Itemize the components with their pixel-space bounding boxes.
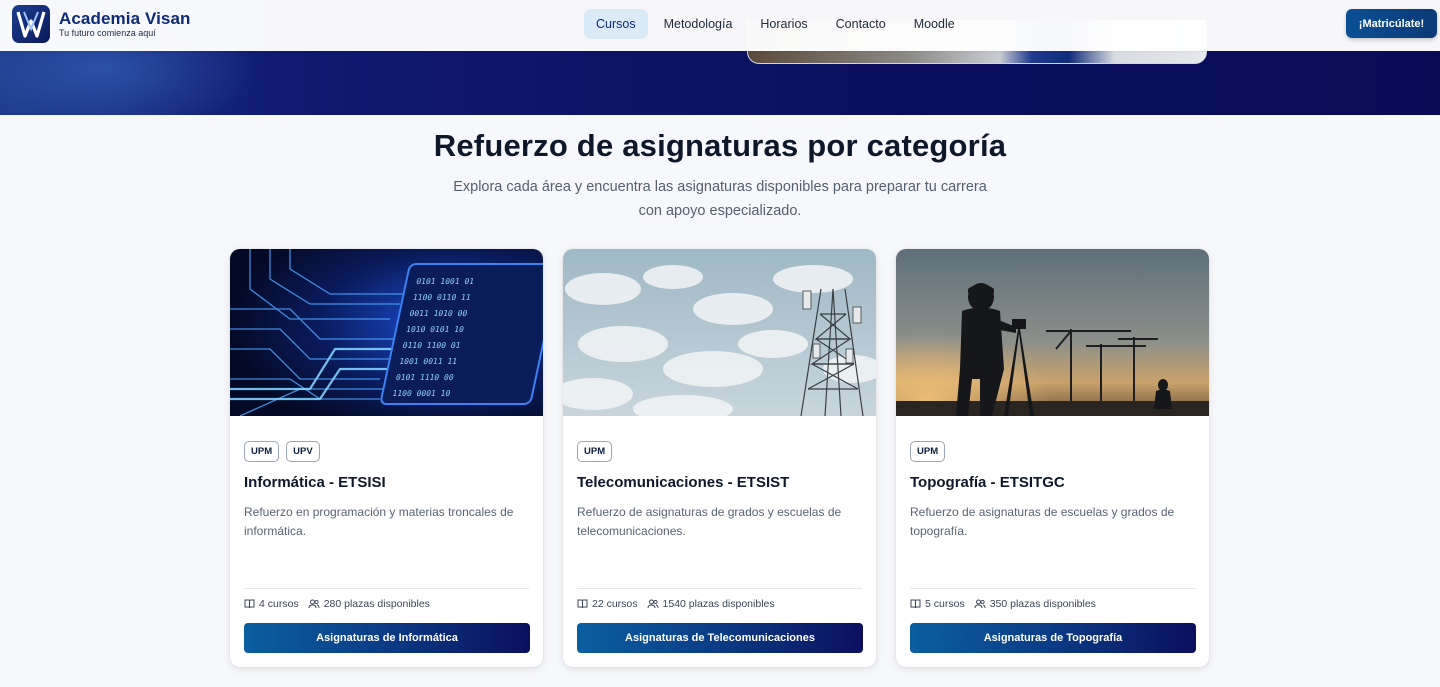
card-title: Topografía - ETSITGC bbox=[910, 474, 1065, 491]
category-card-informatica: 0101 1001 01 1100 0110 11 0011 1010 00 101… bbox=[230, 249, 543, 667]
users-icon bbox=[647, 599, 659, 609]
course-count: 5 cursos bbox=[925, 598, 965, 610]
book-icon bbox=[910, 599, 921, 609]
users-icon bbox=[308, 599, 320, 609]
seat-count: 1540 plazas disponibles bbox=[662, 598, 775, 610]
svg-text:1100 0110 11: 1100 0110 11 bbox=[412, 292, 472, 302]
university-badges: UPM bbox=[910, 441, 946, 462]
svg-text:0011 1010 00: 0011 1010 00 bbox=[409, 308, 469, 318]
book-icon bbox=[577, 599, 588, 609]
seat-count: 280 plazas disponibles bbox=[323, 598, 430, 610]
card-divider bbox=[577, 588, 862, 589]
nav-item-contacto[interactable]: Contacto bbox=[824, 9, 898, 39]
badge-university: UPM bbox=[244, 441, 280, 462]
nav-item-metodologia[interactable]: Metodología bbox=[652, 9, 745, 39]
svg-text:0101 1110 00: 0101 1110 00 bbox=[395, 372, 455, 382]
telecom-tower-image bbox=[563, 249, 876, 416]
nav-item-moodle[interactable]: Moodle bbox=[902, 9, 967, 39]
university-badges: UPM bbox=[577, 441, 613, 462]
card-description: Refuerzo de asignaturas de escuelas y gr… bbox=[910, 505, 1175, 538]
card-description: Refuerzo en programación y materias tron… bbox=[244, 505, 514, 538]
site-header: Academia Visan Tu futuro comienza aquí C… bbox=[0, 0, 1440, 51]
category-card-topografia: UPM Topografía - ETSITGC Refuerzo de asi… bbox=[896, 249, 1209, 667]
subjects-button-topografia[interactable]: Asignaturas de Topografía bbox=[910, 623, 1196, 653]
svg-text:1010 0101 10: 1010 0101 10 bbox=[405, 324, 465, 334]
badge-university: UPM bbox=[910, 441, 946, 462]
brand-name[interactable]: Academia Visan bbox=[59, 9, 191, 29]
surveyor-image bbox=[896, 249, 1209, 416]
svg-text:1100 0001 10: 1100 0001 10 bbox=[392, 388, 452, 398]
users-icon bbox=[974, 599, 986, 609]
enroll-button[interactable]: ¡Matricúlate! bbox=[1346, 9, 1437, 38]
subjects-button-telecomunicaciones[interactable]: Asignaturas de Telecomunicaciones bbox=[577, 623, 863, 653]
card-title: Telecomunicaciones - ETSIST bbox=[577, 474, 790, 491]
nav-item-horarios[interactable]: Horarios bbox=[748, 9, 819, 39]
card-meta: 22 cursos 1540 plazas disponibles bbox=[577, 598, 784, 610]
section-title: Refuerzo de asignaturas por categoría bbox=[433, 128, 1007, 163]
course-count: 22 cursos bbox=[592, 598, 638, 610]
badge-university: UPM bbox=[577, 441, 613, 462]
card-meta: 5 cursos 350 plazas disponibles bbox=[910, 598, 1105, 610]
subjects-button-informatica[interactable]: Asignaturas de Informática bbox=[244, 623, 530, 653]
svg-text:0110 1100 01: 0110 1100 01 bbox=[402, 340, 462, 350]
card-description: Refuerzo de asignaturas de grados y escu… bbox=[577, 505, 842, 538]
svg-text:1001 0011 11: 1001 0011 11 bbox=[398, 356, 458, 366]
book-icon bbox=[244, 599, 255, 609]
category-card-telecomunicaciones: UPM Telecomunicaciones - ETSIST Refuerzo… bbox=[563, 249, 876, 667]
svg-text:0101 1001 01: 0101 1001 01 bbox=[415, 276, 475, 286]
logo-icon[interactable] bbox=[12, 5, 50, 43]
seat-count: 350 plazas disponibles bbox=[989, 598, 1096, 610]
university-badges: UPM UPV bbox=[244, 441, 320, 462]
nav-item-cursos[interactable]: Cursos bbox=[584, 9, 648, 39]
card-title: Informática - ETSISI bbox=[244, 474, 386, 491]
card-meta: 4 cursos 280 plazas disponibles bbox=[244, 598, 439, 610]
section-subtitle: Explora cada área y encuentra las asigna… bbox=[453, 179, 987, 219]
course-count: 4 cursos bbox=[259, 598, 299, 610]
circuit-board-image: 0101 1001 01 1100 0110 11 0011 1010 00 101… bbox=[230, 249, 543, 416]
brand-tagline: Tu futuro comienza aquí bbox=[59, 28, 156, 38]
card-divider bbox=[244, 588, 529, 589]
card-divider bbox=[910, 588, 1195, 589]
main-nav: Cursos Metodología Horarios Contacto Moo… bbox=[584, 9, 971, 39]
badge-university: UPV bbox=[286, 441, 320, 462]
